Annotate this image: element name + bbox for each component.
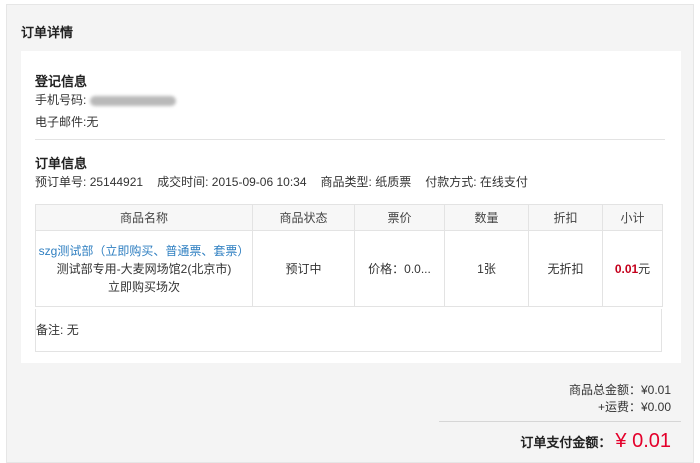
session-text: 立即购买场次	[107, 279, 180, 294]
summary-divider	[439, 421, 681, 422]
table-header-row: 商品名称 商品状态 票价 数量 折扣 小计	[35, 204, 663, 231]
pay-total-label: 订单支付金额：	[520, 435, 612, 450]
order-panel: 登记信息 手机号码: 电子邮件:无 订单信息 预订单号: 25144921 成交…	[21, 51, 681, 363]
col-header-status: 商品状态	[252, 204, 355, 231]
order-items-table: 商品名称 商品状态 票价 数量 折扣 小计 szg测试部（立即购买、普通票、套票…	[35, 204, 663, 307]
subtotal-cell: 0.01元	[602, 230, 663, 307]
col-header-subtotal: 小计	[602, 204, 663, 231]
email-label: 电子邮件:	[35, 115, 87, 129]
product-type: 商品类型: 纸质票	[320, 175, 412, 189]
subtotal-value: 0.01	[614, 261, 639, 276]
email-value: 无	[86, 115, 99, 129]
col-header-discount: 折扣	[528, 204, 603, 231]
remark-label: 备注:	[36, 323, 64, 337]
order-info-row: 预订单号: 25144921 成交时间: 2015-09-06 10:34 商品…	[35, 173, 528, 190]
order-info-title: 订单信息	[35, 156, 88, 171]
pay-total-row: 订单支付金额： ¥ 0.01	[520, 430, 671, 453]
order-detail-container: 订单详情 登记信息 手机号码: 电子邮件:无 订单信息 预订单号: 251449…	[6, 4, 694, 463]
section-divider	[35, 139, 665, 140]
phone-row: 手机号码:	[35, 91, 177, 108]
deal-time: 成交时间: 2015-09-06 10:34	[157, 175, 307, 189]
pay-total-amount: ¥ 0.01	[615, 430, 671, 452]
venue-text: 测试部专用-大麦网场馆2(北京市)	[56, 261, 232, 276]
phone-number-masked	[90, 95, 177, 106]
registration-title: 登记信息	[35, 74, 88, 89]
remark-value: 无	[66, 323, 79, 337]
quantity-cell: 1张	[444, 230, 529, 307]
remark-row: 备注: 无	[35, 309, 662, 352]
shipping-fee: +运费：¥0.00	[597, 400, 671, 414]
order-number: 预订单号: 25144921	[35, 175, 144, 189]
price-cell: 价格：0.0...	[354, 230, 445, 307]
email-row: 电子邮件:无	[35, 113, 98, 130]
pay-method: 付款方式: 在线支付	[425, 175, 528, 189]
col-header-quantity: 数量	[444, 204, 529, 231]
table-row: szg测试部（立即购买、普通票、套票） 测试部专用-大麦网场馆2(北京市) 立即…	[35, 230, 663, 307]
subtotal-unit: 元	[638, 261, 651, 276]
goods-total: 商品总金额：¥0.01	[568, 383, 671, 397]
page-title: 订单详情	[21, 25, 74, 40]
col-header-price: 票价	[354, 204, 445, 231]
status-cell: 预订中	[252, 230, 355, 307]
col-header-name: 商品名称	[35, 204, 253, 231]
phone-label: 手机号码:	[35, 93, 87, 107]
product-link[interactable]: szg测试部（立即购买、普通票、套票）	[39, 244, 250, 258]
discount-cell: 无折扣	[528, 230, 603, 307]
product-name-cell: szg测试部（立即购买、普通票、套票） 测试部专用-大麦网场馆2(北京市) 立即…	[35, 230, 253, 307]
